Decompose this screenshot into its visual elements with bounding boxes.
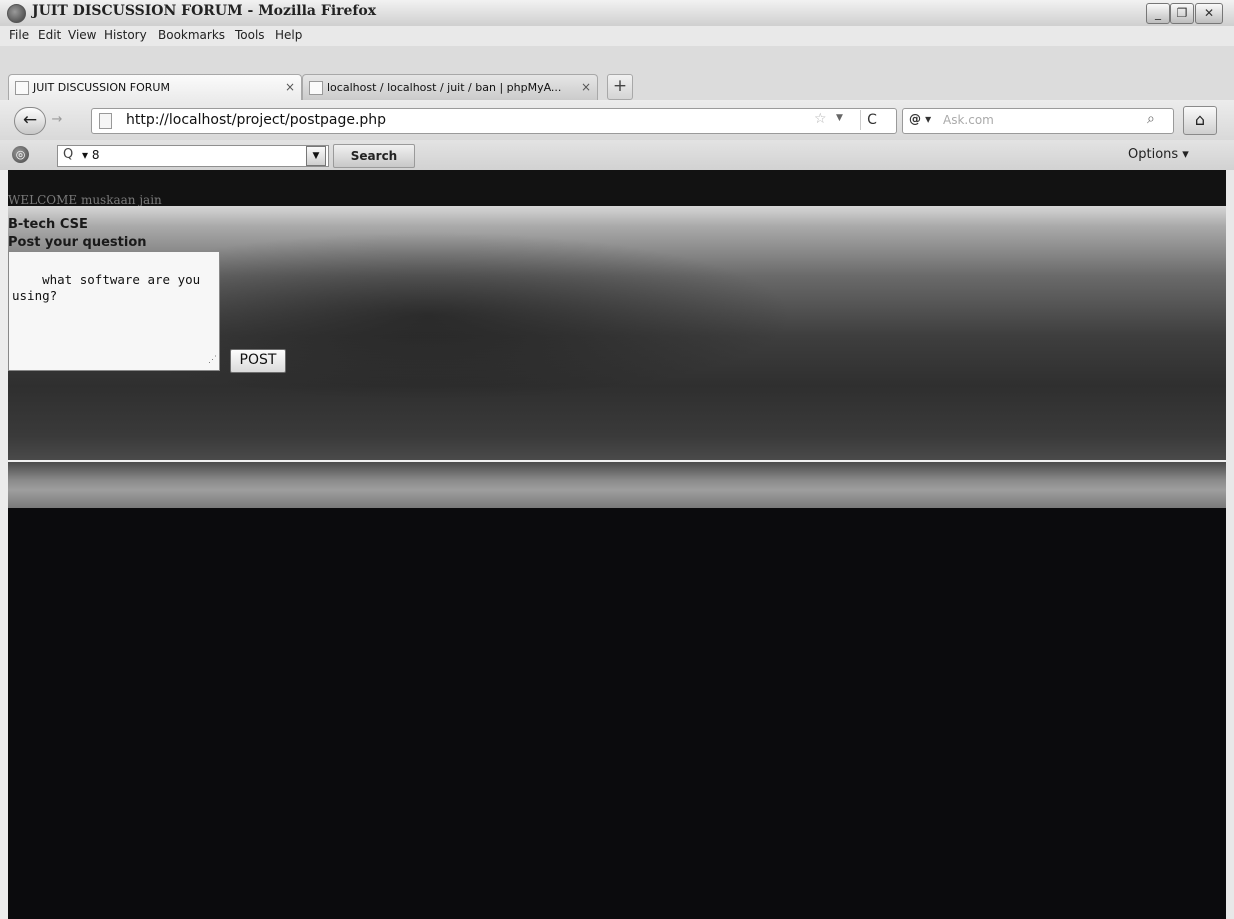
tab-label: localhost / localhost / juit / ban | php…	[327, 81, 562, 94]
resize-grip-icon[interactable]: ⋰	[208, 352, 217, 368]
menu-edit[interactable]: Edit	[38, 28, 61, 42]
options-button[interactable]: Options ▾	[1128, 147, 1189, 162]
home-button[interactable]: ⌂	[1183, 106, 1217, 135]
search-engine-placeholder: Ask.com	[943, 113, 994, 127]
posts-area	[8, 508, 1226, 919]
phpmyadmin-favicon-icon	[309, 81, 323, 95]
navigation-bar: ← → http://localhost/project/postpage.ph…	[0, 100, 1234, 140]
menu-view[interactable]: View	[68, 28, 96, 42]
menu-bar: File Edit View History Bookmarks Tools H…	[0, 26, 1234, 46]
post-button[interactable]: POST	[230, 349, 286, 373]
toolbar-search-input[interactable]: Q ▾ 8 ▼	[57, 145, 329, 167]
web-search-box[interactable]: @ ▾ Ask.com ⌕	[902, 108, 1174, 134]
lower-band	[8, 462, 1226, 508]
course-label: B-tech CSE	[8, 217, 88, 232]
search-engine-icon[interactable]: @ ▾	[909, 112, 931, 126]
url-history-dropdown-icon[interactable]: ▼	[836, 113, 843, 123]
minimize-button[interactable]: _	[1146, 3, 1170, 24]
restore-button[interactable]: ❐	[1170, 3, 1194, 24]
right-margin	[1226, 170, 1234, 919]
forward-button[interactable]: →	[46, 110, 68, 130]
tab-strip: JUIT DISCUSSION FORUM × localhost / loca…	[0, 46, 1234, 100]
tab-close-icon[interactable]: ×	[581, 75, 591, 100]
tab-juit-forum[interactable]: JUIT DISCUSSION FORUM ×	[8, 74, 302, 100]
menu-bookmarks[interactable]: Bookmarks	[158, 28, 225, 42]
search-icon[interactable]: ⌕	[1147, 111, 1155, 127]
question-text: what software are you using?	[12, 272, 208, 303]
addon-toolbar: ◎ Q ▾ 8 ▼ Search Options ▾	[0, 140, 1234, 170]
url-text[interactable]: http://localhost/project/postpage.php	[126, 112, 386, 128]
close-window-button[interactable]: ✕	[1195, 3, 1223, 24]
menu-file[interactable]: File	[9, 28, 29, 42]
firefox-icon	[7, 4, 26, 23]
menu-history[interactable]: History	[104, 28, 147, 42]
toolbar-search-value: ▾ 8	[82, 148, 100, 162]
question-textarea[interactable]: what software are you using? ⋰	[8, 251, 220, 371]
welcome-text: WELCOME muskaan jain	[8, 193, 162, 207]
back-button[interactable]: ←	[14, 107, 46, 135]
menu-tools[interactable]: Tools	[235, 28, 265, 42]
page-content: WELCOME muskaan jain B-tech CSE Post you…	[8, 170, 1226, 919]
tab-label: JUIT DISCUSSION FORUM	[33, 81, 170, 94]
menu-help[interactable]: Help	[275, 28, 302, 42]
page-icon	[99, 113, 112, 129]
title-bar: JUIT DISCUSSION FORUM - Mozilla Firefox …	[0, 0, 1234, 27]
tab-close-icon[interactable]: ×	[285, 75, 295, 100]
window-title: JUIT DISCUSSION FORUM - Mozilla Firefox	[32, 3, 377, 19]
bookmark-star-icon[interactable]: ☆	[814, 111, 827, 127]
toolbar-dropdown-button[interactable]: ▼	[306, 146, 326, 166]
tab-phpmyadmin[interactable]: localhost / localhost / juit / ban | php…	[302, 74, 598, 100]
magnifier-icon: Q	[63, 147, 74, 162]
new-tab-button[interactable]: +	[607, 74, 633, 100]
post-question-label: Post your question	[8, 235, 147, 250]
welcome-header: WELCOME muskaan jain	[8, 170, 1226, 207]
left-margin	[0, 170, 8, 919]
toolbar-search-button[interactable]: Search	[333, 144, 415, 168]
page-favicon-icon	[15, 81, 29, 95]
globe-icon[interactable]: ◎	[12, 146, 29, 163]
url-bar[interactable]: http://localhost/project/postpage.php ☆ …	[91, 108, 897, 134]
reload-icon[interactable]: C	[860, 110, 883, 130]
